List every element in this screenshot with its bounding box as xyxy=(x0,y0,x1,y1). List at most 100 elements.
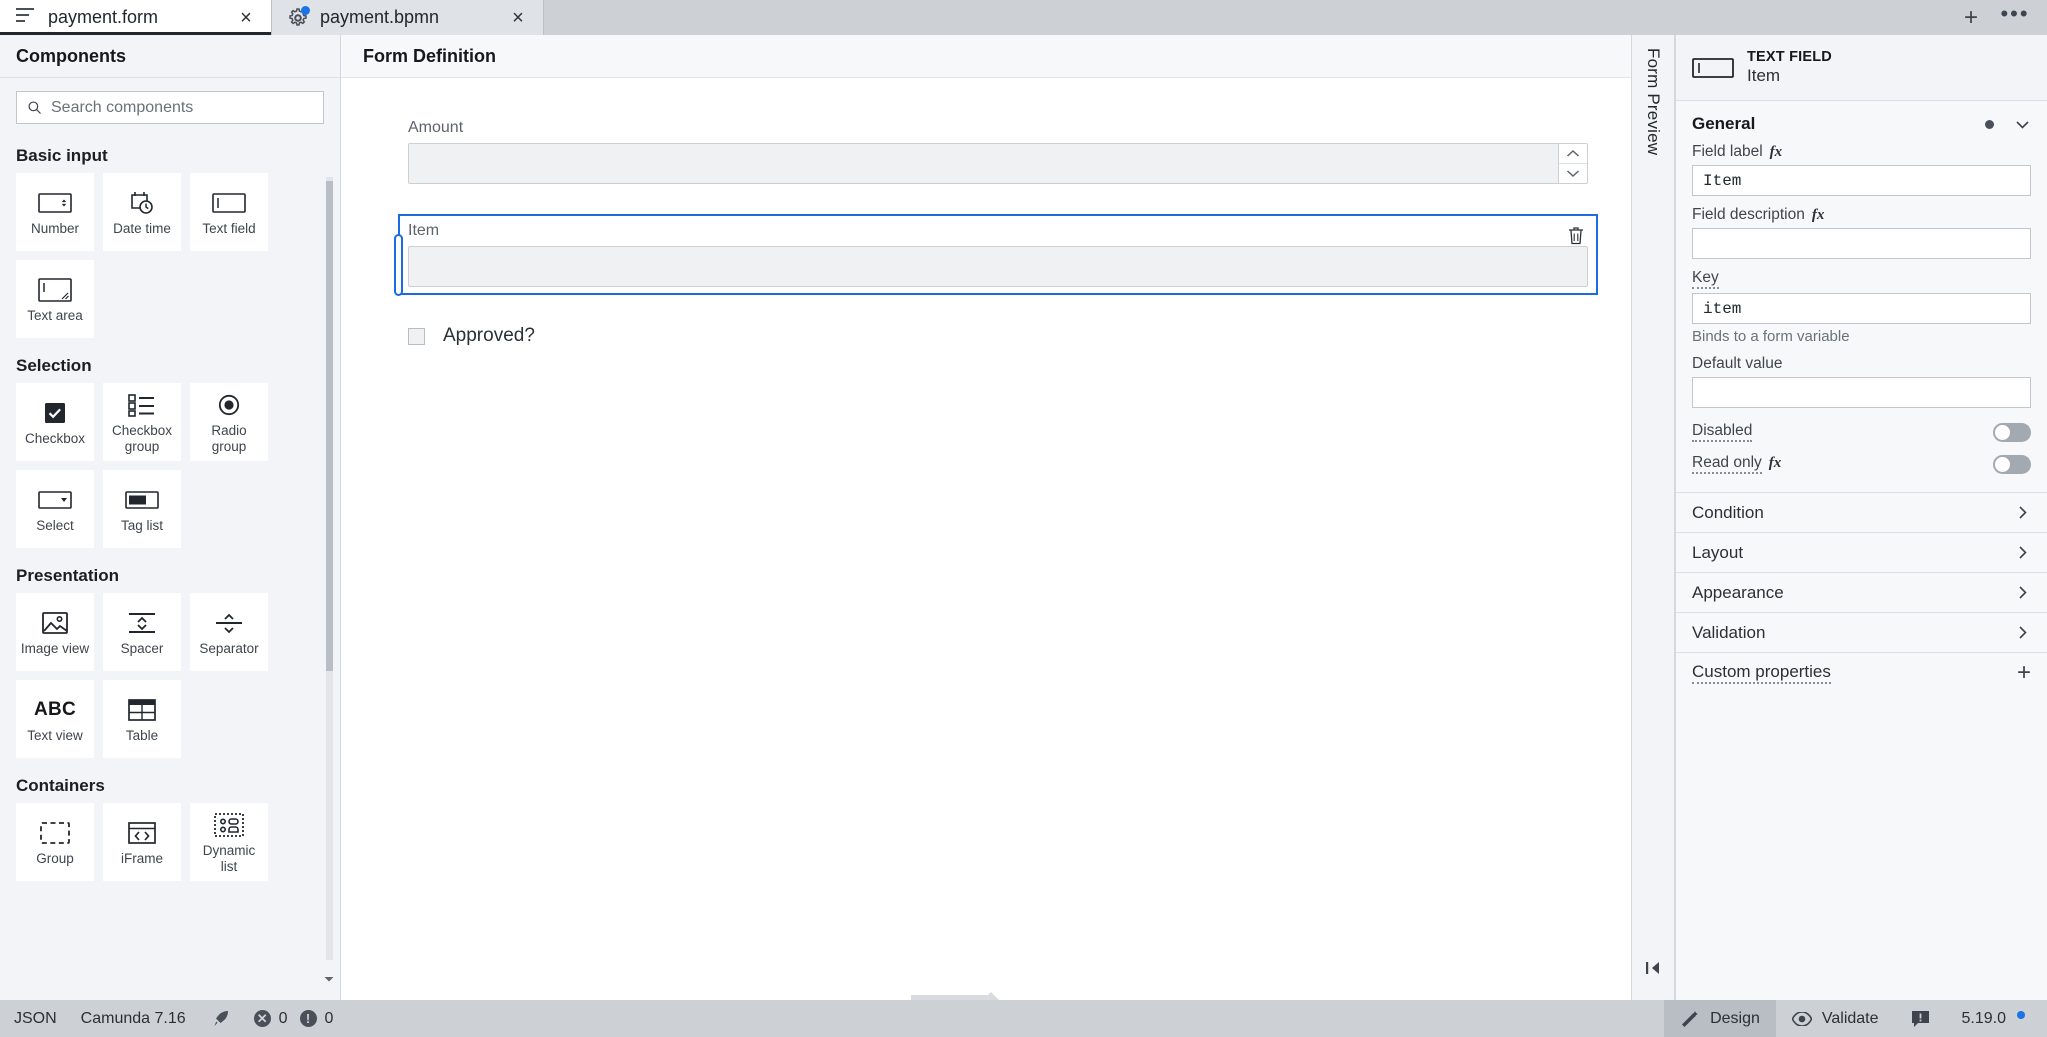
palette-scrollbar-thumb[interactable] xyxy=(326,181,333,671)
component-label: Separator xyxy=(199,640,259,656)
chevron-right-icon[interactable] xyxy=(2014,544,2031,561)
add-custom-property-button[interactable]: + xyxy=(2017,661,2031,685)
form-preview-label[interactable]: Form Preview xyxy=(1643,48,1663,155)
deploy-button[interactable] xyxy=(198,1000,242,1037)
chevron-down-icon[interactable] xyxy=(2014,116,2031,133)
form-field-approved[interactable]: Approved? xyxy=(398,317,1598,355)
component-text-area[interactable]: Text area xyxy=(16,260,94,338)
group-title-containers: Containers xyxy=(16,776,105,795)
fx-icon[interactable]: fx xyxy=(1770,144,1783,161)
tab-close-button[interactable]: × xyxy=(507,7,529,29)
property-label-text[interactable]: Disabled xyxy=(1692,422,1753,442)
section-appearance[interactable]: Appearance xyxy=(1676,573,2047,613)
error-count[interactable]: ✕ 0 xyxy=(242,1000,300,1037)
group-items-basic-input: Number Date time Text field Text area xyxy=(16,173,318,338)
component-text-view[interactable]: ABC Text view xyxy=(16,680,94,758)
key-property: Key item Binds to a form variable xyxy=(1676,269,2047,345)
form-definition-title: Form Definition xyxy=(341,35,1631,78)
component-dynamic-list[interactable]: Dynamic list xyxy=(190,803,268,881)
collapse-left-icon[interactable] xyxy=(1643,958,1663,978)
trash-icon[interactable] xyxy=(1564,223,1588,247)
component-tag-list[interactable]: Tag list xyxy=(103,470,181,548)
item-input[interactable] xyxy=(408,246,1588,287)
status-bar: JSON Camunda 7.16 ✕ 0 ! 0 Design Validat… xyxy=(0,1000,2047,1037)
form-sheet: Amount Item Approved? xyxy=(394,111,1598,355)
number-stepper[interactable] xyxy=(1558,143,1588,184)
component-number[interactable]: Number xyxy=(16,173,94,251)
section-label: Custom properties xyxy=(1692,662,1831,684)
stepper-down-icon[interactable] xyxy=(1559,164,1587,184)
tab-bar-spacer xyxy=(544,0,1949,35)
tab-payment-form[interactable]: payment.form × xyxy=(0,0,272,35)
drag-handle[interactable] xyxy=(394,234,403,296)
component-label: Select xyxy=(36,517,74,533)
default-value-input[interactable] xyxy=(1692,377,2031,408)
component-text-field[interactable]: Text field xyxy=(190,173,268,251)
tab-bar-more-button[interactable]: ••• xyxy=(1993,0,2037,35)
toggle-knob xyxy=(1995,456,2010,472)
fx-icon[interactable]: fx xyxy=(1769,455,1782,472)
chevron-right-icon[interactable] xyxy=(2014,584,2031,601)
design-mode-button[interactable]: Design xyxy=(1664,1000,1776,1037)
status-engine[interactable]: Camunda 7.16 xyxy=(69,1000,198,1037)
feedback-button[interactable] xyxy=(1895,1000,1946,1037)
component-label: iFrame xyxy=(120,850,163,866)
component-checkbox[interactable]: Checkbox xyxy=(16,383,94,461)
search-input[interactable] xyxy=(51,98,313,117)
form-field-amount[interactable]: Amount xyxy=(398,111,1598,192)
tab-payment-bpmn[interactable]: payment.bpmn × xyxy=(272,0,544,35)
component-group[interactable]: Group xyxy=(16,803,94,881)
canvas-resize-handle[interactable] xyxy=(341,986,1631,1001)
checkbox-group-icon xyxy=(128,390,156,420)
main-layout: Components Basic input xyxy=(0,35,2047,1001)
section-title: General xyxy=(1692,114,1756,133)
checkbox-input[interactable] xyxy=(408,327,425,345)
chevron-right-icon[interactable] xyxy=(2014,624,2031,641)
component-radio-group[interactable]: Radio group xyxy=(190,383,268,461)
group-items-selection: Checkbox Checkbox group Radio group Sele… xyxy=(16,383,318,548)
component-iframe[interactable]: iFrame xyxy=(103,803,181,881)
component-spacer[interactable]: Spacer xyxy=(103,593,181,671)
search-icon xyxy=(27,100,42,115)
field-label-input[interactable]: Item xyxy=(1692,165,2031,196)
components-scroll-area[interactable]: Basic input Number Date time Text field … xyxy=(0,128,340,1000)
section-layout[interactable]: Layout xyxy=(1676,533,2047,573)
component-table[interactable]: Table xyxy=(103,680,181,758)
form-canvas[interactable]: Amount Item Approved? xyxy=(341,78,1631,1001)
components-panel: Components Basic input xyxy=(0,35,341,1000)
status-format[interactable]: JSON xyxy=(0,1000,69,1037)
tab-close-button[interactable]: × xyxy=(235,7,257,29)
warning-count[interactable]: ! 0 xyxy=(299,1000,346,1037)
new-tab-button[interactable]: + xyxy=(1949,0,1993,35)
search-box[interactable] xyxy=(16,91,324,124)
component-select[interactable]: Select xyxy=(16,470,94,548)
general-section-header[interactable]: General xyxy=(1676,101,2047,143)
section-label: Condition xyxy=(1692,502,1764,522)
property-label-text[interactable]: Read only xyxy=(1692,454,1762,474)
section-validation[interactable]: Validation xyxy=(1676,613,2047,653)
property-label-text[interactable]: Key xyxy=(1692,269,1719,289)
number-input-wrapper[interactable] xyxy=(408,143,1588,184)
component-label: Checkbox group xyxy=(111,422,173,454)
validate-mode-button[interactable]: Validate xyxy=(1776,1000,1895,1037)
key-input[interactable]: item xyxy=(1692,293,2031,324)
component-image-view[interactable]: Image view xyxy=(16,593,94,671)
chevron-down-icon[interactable] xyxy=(322,972,336,986)
component-separator[interactable]: Separator xyxy=(190,593,268,671)
field-description-input[interactable] xyxy=(1692,228,2031,259)
amount-input[interactable] xyxy=(408,143,1558,184)
fx-icon[interactable]: fx xyxy=(1812,207,1825,224)
chevron-right-icon[interactable] xyxy=(2014,504,2031,521)
form-preview-strip[interactable]: Form Preview xyxy=(1631,35,1675,1000)
version-info[interactable]: 5.19.0 xyxy=(1946,1000,2047,1037)
section-condition[interactable]: Condition xyxy=(1676,493,2047,533)
form-field-item[interactable]: Item xyxy=(394,214,1598,296)
disabled-toggle[interactable] xyxy=(1993,422,2031,442)
stepper-up-icon[interactable] xyxy=(1559,144,1587,164)
component-date-time[interactable]: Date time xyxy=(103,173,181,251)
section-custom-properties[interactable]: Custom properties + xyxy=(1676,653,2047,693)
component-checkbox-group[interactable]: Checkbox group xyxy=(103,383,181,461)
update-available-dot xyxy=(2017,1010,2025,1019)
readonly-toggle[interactable] xyxy=(1993,454,2031,474)
component-label: Tag list xyxy=(120,517,164,533)
